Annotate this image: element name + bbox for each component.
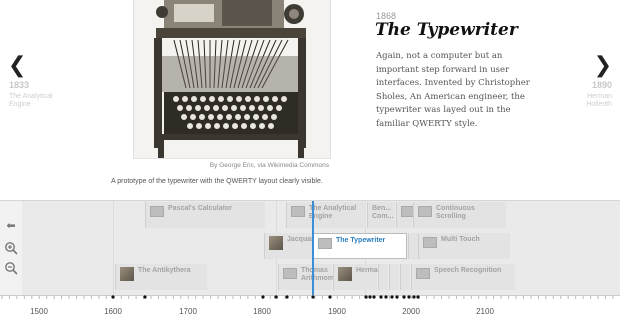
- ruler-year-label: 2000: [402, 307, 420, 316]
- previous-slide-title[interactable]: The Analytical Engine: [9, 93, 59, 110]
- image-icon: [150, 206, 164, 217]
- image-icon: [291, 206, 305, 217]
- current-position-line: [312, 201, 314, 305]
- back-arrow-icon[interactable]: ⬅: [4, 219, 18, 233]
- timeline-navigator[interactable]: Pascal's Calculator The Analytical Engin…: [0, 200, 620, 320]
- next-slide-arrow-icon[interactable]: ❯: [594, 55, 612, 77]
- herman-photo-thumbnail: [338, 267, 352, 281]
- ruler-year-label: 1800: [253, 307, 271, 316]
- slide-viewer: ❮ 1833 The Analytical Engine ❯ 1890 Herm…: [0, 0, 620, 200]
- marker-label: Multi Touch: [441, 236, 480, 243]
- timeline-marker-analytical-engine[interactable]: The Analytical Engine: [286, 202, 366, 228]
- ruler-ticks: [0, 295, 620, 299]
- zoom-in-icon[interactable]: [4, 241, 18, 255]
- timeline-marker-small[interactable]: [408, 233, 418, 259]
- photo-caption: A prototype of the typewriter with the Q…: [111, 178, 323, 185]
- marker-label: The Analytical Engine: [309, 205, 357, 220]
- marker-label: The Typewriter: [336, 237, 386, 244]
- timeline-marker-small[interactable]: [389, 264, 399, 290]
- image-icon: [418, 206, 432, 217]
- timeline-marker-small[interactable]: [378, 264, 388, 290]
- marker-label: The Antikythera: [138, 267, 191, 274]
- ruler-year-label: 1600: [104, 307, 122, 316]
- timeline-ruler[interactable]: 1500 1600 1700 1800 1900 2000 2100: [0, 295, 620, 320]
- timeline-marker-the-antikythera[interactable]: The Antikythera: [115, 264, 207, 290]
- next-slide-title[interactable]: Herman Hollerith: [572, 93, 612, 110]
- image-icon: [283, 268, 297, 279]
- timeline-marker-speech-recognition[interactable]: Speech Recognition: [411, 264, 515, 290]
- next-slide-year[interactable]: 1890: [592, 80, 612, 90]
- timeline-marker-small[interactable]: [396, 202, 415, 228]
- timeline-toolbar: ⬅: [0, 201, 22, 295]
- marker-label: Continuous Scrolling: [436, 205, 475, 220]
- image-icon: [416, 268, 430, 279]
- timeline-marker-continuous-scrolling[interactable]: Continuous Scrolling: [413, 202, 506, 228]
- marker-label: Thomas Arithmometer: [301, 267, 347, 282]
- antikythera-photo-thumbnail: [120, 267, 134, 281]
- timeline-marker-thomas-arithmometer[interactable]: Thomas Arithmometer: [278, 264, 347, 290]
- jacquard-photo-thumbnail: [269, 236, 283, 250]
- ruler-year-label: 1700: [179, 307, 197, 316]
- previous-slide-year[interactable]: 1833: [9, 80, 29, 90]
- ruler-year-label: 1500: [30, 307, 48, 316]
- image-icon: [423, 237, 437, 248]
- timeline-marker-ben-com[interactable]: Ben... Com...: [367, 202, 395, 228]
- timeline-marker-multi-touch[interactable]: Multi Touch: [418, 233, 510, 259]
- marker-label: Pascal's Calculator: [168, 205, 232, 212]
- slide-body-text: Again, not a computer but an important s…: [376, 51, 530, 129]
- ruler-year-label: 2100: [476, 307, 494, 316]
- photo-credit: By George Eric, via Wikimedia Commons: [209, 162, 329, 169]
- marker-label: Speech Recognition: [434, 267, 502, 274]
- previous-slide-arrow-icon[interactable]: ❮: [8, 55, 26, 77]
- typewriter-photo: [133, 0, 331, 159]
- image-icon: [318, 238, 332, 249]
- typewriter-illustration: [134, 0, 330, 158]
- slide-headline: The Typewriter: [375, 20, 518, 40]
- zoom-out-icon[interactable]: [4, 261, 18, 275]
- timeline-marker-the-typewriter[interactable]: The Typewriter: [313, 233, 407, 259]
- timeline-marker-herman[interactable]: Herman: [333, 264, 382, 290]
- timeline-marker-pascals-calculator[interactable]: Pascal's Calculator: [145, 202, 265, 228]
- timeline-marker-jacquard[interactable]: Jacquard: [264, 233, 318, 259]
- timeline-guide-line: [113, 201, 114, 295]
- marker-label: Ben... Com...: [372, 205, 394, 220]
- ruler-year-label: 1900: [328, 307, 346, 316]
- timeline-marker-small[interactable]: [400, 264, 410, 290]
